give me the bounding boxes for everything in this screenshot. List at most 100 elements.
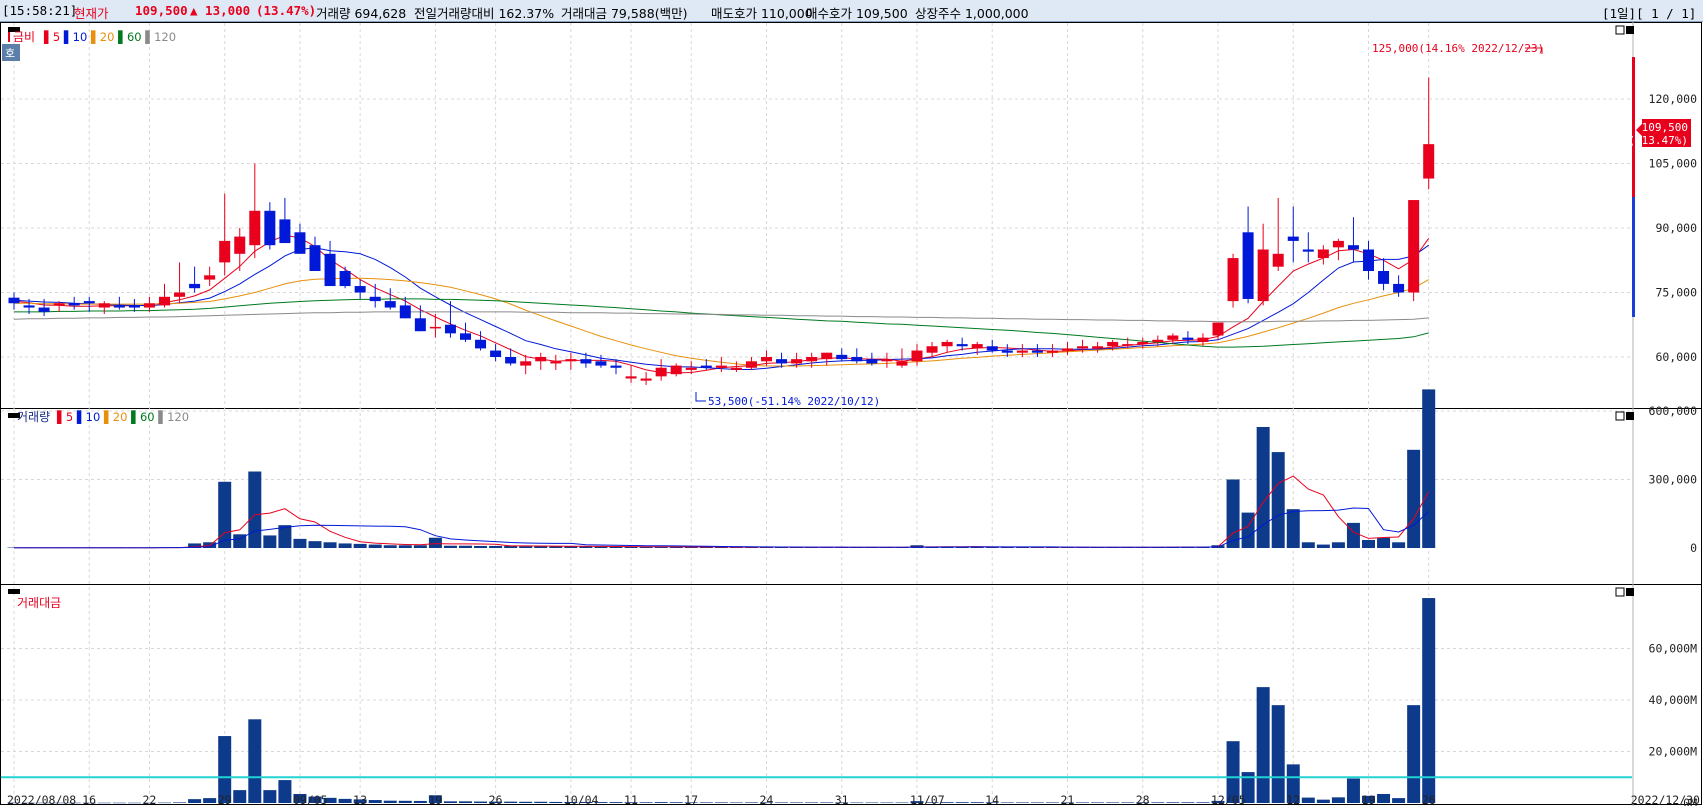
candle-body [1302, 249, 1314, 252]
candle-body [1272, 253, 1284, 267]
candle-body [1317, 249, 1329, 259]
value-bar [459, 801, 472, 803]
candle-body [565, 359, 577, 362]
volume-bar [353, 543, 367, 548]
candle-body [1287, 236, 1299, 241]
volume-bar [293, 538, 307, 548]
value-tick-label: 20,000M [1649, 745, 1698, 759]
low-note-pointer [695, 392, 706, 402]
x-tick-label: 19 [1362, 793, 1376, 806]
candle-body [294, 232, 306, 254]
price-tick-label: 60,000 [1655, 350, 1697, 364]
maximize-icon[interactable] [1615, 411, 1625, 421]
volume-bar [1377, 537, 1391, 548]
candle-body [881, 359, 893, 362]
volume-bar [519, 546, 533, 548]
candle-body [38, 307, 50, 312]
candle-body [1001, 350, 1013, 353]
volume-bar [489, 545, 503, 548]
candle-body [866, 359, 878, 364]
price-range-bar-up [1632, 57, 1635, 197]
value-bar [413, 800, 427, 803]
value-bar [398, 800, 412, 803]
candle-body [1423, 144, 1435, 179]
value-bar [368, 800, 382, 803]
x-tick-label: 2022/12/30 [1631, 793, 1700, 806]
ma-legend-item: ▌60 [114, 30, 141, 44]
value-bar [474, 801, 488, 803]
value-bar [714, 802, 728, 803]
candle-body [1062, 348, 1073, 351]
trade-value-bars [1, 598, 1632, 804]
close-icon[interactable] [1626, 588, 1634, 596]
price-ma-legend: ▌5 ▌10 ▌20 ▌60 ▌120 [43, 30, 176, 44]
value-bar [233, 790, 247, 803]
value-bar [805, 802, 819, 803]
candle-body [1122, 344, 1134, 346]
volume-bar [338, 543, 352, 548]
value-bar [1000, 802, 1014, 803]
candle-body [700, 365, 712, 368]
legend-marker [8, 589, 20, 594]
candle-body [189, 283, 201, 289]
candle-body [670, 365, 682, 375]
value-bar [158, 802, 171, 804]
maximize-icon[interactable] [1615, 587, 1625, 597]
candle-body [1363, 249, 1374, 271]
volume-bar [428, 537, 442, 548]
value-bar [1076, 802, 1090, 803]
candle-body [23, 305, 35, 308]
x-tick-label: 16 [82, 793, 96, 806]
value-bar [1301, 797, 1315, 803]
close-icon[interactable] [1626, 26, 1634, 34]
candle-body [1152, 339, 1164, 342]
candle-body [1137, 341, 1149, 345]
period-selector[interactable]: [1일][ 1 / 1] [1602, 3, 1696, 22]
value-bar [654, 802, 668, 803]
volume-ratio-stat: 전일거래량대비 162.37% [414, 6, 555, 21]
candle-body [1016, 350, 1028, 353]
stock-chart[interactable]: 120,000 105,000 90,000 75,000 60,000 600,000 3… [0, 22, 1703, 806]
volume-bar [413, 545, 427, 548]
candle-body [776, 359, 788, 364]
x-tick-label: 31 [835, 793, 849, 806]
close-icon[interactable] [1626, 412, 1634, 420]
candle-body [896, 361, 908, 366]
price-tick-label: 120,000 [1649, 92, 1698, 106]
candle-body [956, 344, 968, 347]
volume-bar [263, 535, 277, 548]
value-bar [1166, 802, 1180, 803]
candle-body [429, 326, 441, 329]
volume-bar [383, 545, 397, 548]
x-tick-label: 14 [985, 793, 999, 806]
price-change-pct: (13.47%) [256, 3, 317, 18]
value-bar [1045, 802, 1059, 803]
candle-body [414, 318, 426, 332]
volume-bar [1271, 452, 1285, 548]
ma-line-120 [13, 311, 1429, 323]
x-tick-label: 29 [218, 793, 232, 806]
price-panel-title: 금비 [13, 30, 35, 44]
x-tick-label: 11 [624, 793, 638, 806]
candle-body [1031, 350, 1043, 353]
volume-bar [1346, 522, 1360, 548]
value-tick-label: 60,000M [1649, 642, 1698, 656]
maximize-icon[interactable] [1615, 25, 1625, 35]
value-legend: 거래대금 [8, 589, 61, 610]
candle-body [204, 275, 216, 280]
volume-bar [218, 481, 232, 548]
candle-body [174, 292, 186, 297]
candle-body [625, 376, 637, 379]
price-tick-label: 90,000 [1655, 221, 1697, 235]
volume-bar [1286, 509, 1300, 548]
legend-stub-red [8, 32, 10, 42]
candle-body [234, 236, 246, 254]
ma-legend-item: ▌5 [43, 30, 60, 44]
value-bar [383, 800, 397, 803]
value-bar [744, 802, 758, 803]
candle-body [1197, 337, 1209, 342]
candle-body [851, 357, 863, 362]
candle-body [98, 303, 110, 308]
value-bar [127, 802, 141, 804]
value-bar [1030, 802, 1044, 803]
